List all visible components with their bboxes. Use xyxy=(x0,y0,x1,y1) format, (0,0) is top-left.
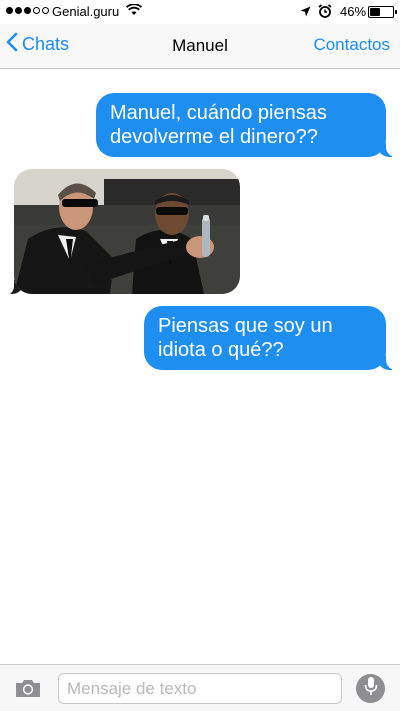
message-bubble: Manuel, cuándo piensas devolverme el din… xyxy=(96,93,386,157)
microphone-icon xyxy=(364,676,378,701)
battery-icon xyxy=(368,6,397,18)
contacts-button[interactable]: Contactos xyxy=(313,35,390,55)
battery-percentage: 46% xyxy=(340,4,367,19)
signal-dots-icon xyxy=(6,7,49,14)
alarm-clock-icon xyxy=(318,4,332,21)
navigation-bar: Chats Manuel Contactos xyxy=(0,24,400,69)
photo-two-men-in-black-suits xyxy=(14,169,240,294)
camera-icon xyxy=(14,680,42,703)
message-composer xyxy=(0,664,400,711)
microphone-button[interactable] xyxy=(356,674,385,703)
location-arrow-icon xyxy=(300,5,311,20)
outgoing-message[interactable]: Piensas que soy un idiota o qué?? xyxy=(144,306,400,370)
incoming-image-message[interactable] xyxy=(14,169,240,294)
message-text-input[interactable] xyxy=(58,673,342,704)
status-bar: Genial.guru 46% xyxy=(0,0,400,24)
message-bubble: Piensas que soy un idiota o qué?? xyxy=(144,306,386,370)
carrier-name: Genial.guru xyxy=(52,4,120,19)
camera-button[interactable] xyxy=(14,677,42,704)
wifi-icon xyxy=(125,3,143,19)
outgoing-message[interactable]: Manuel, cuándo piensas devolverme el din… xyxy=(96,93,400,157)
